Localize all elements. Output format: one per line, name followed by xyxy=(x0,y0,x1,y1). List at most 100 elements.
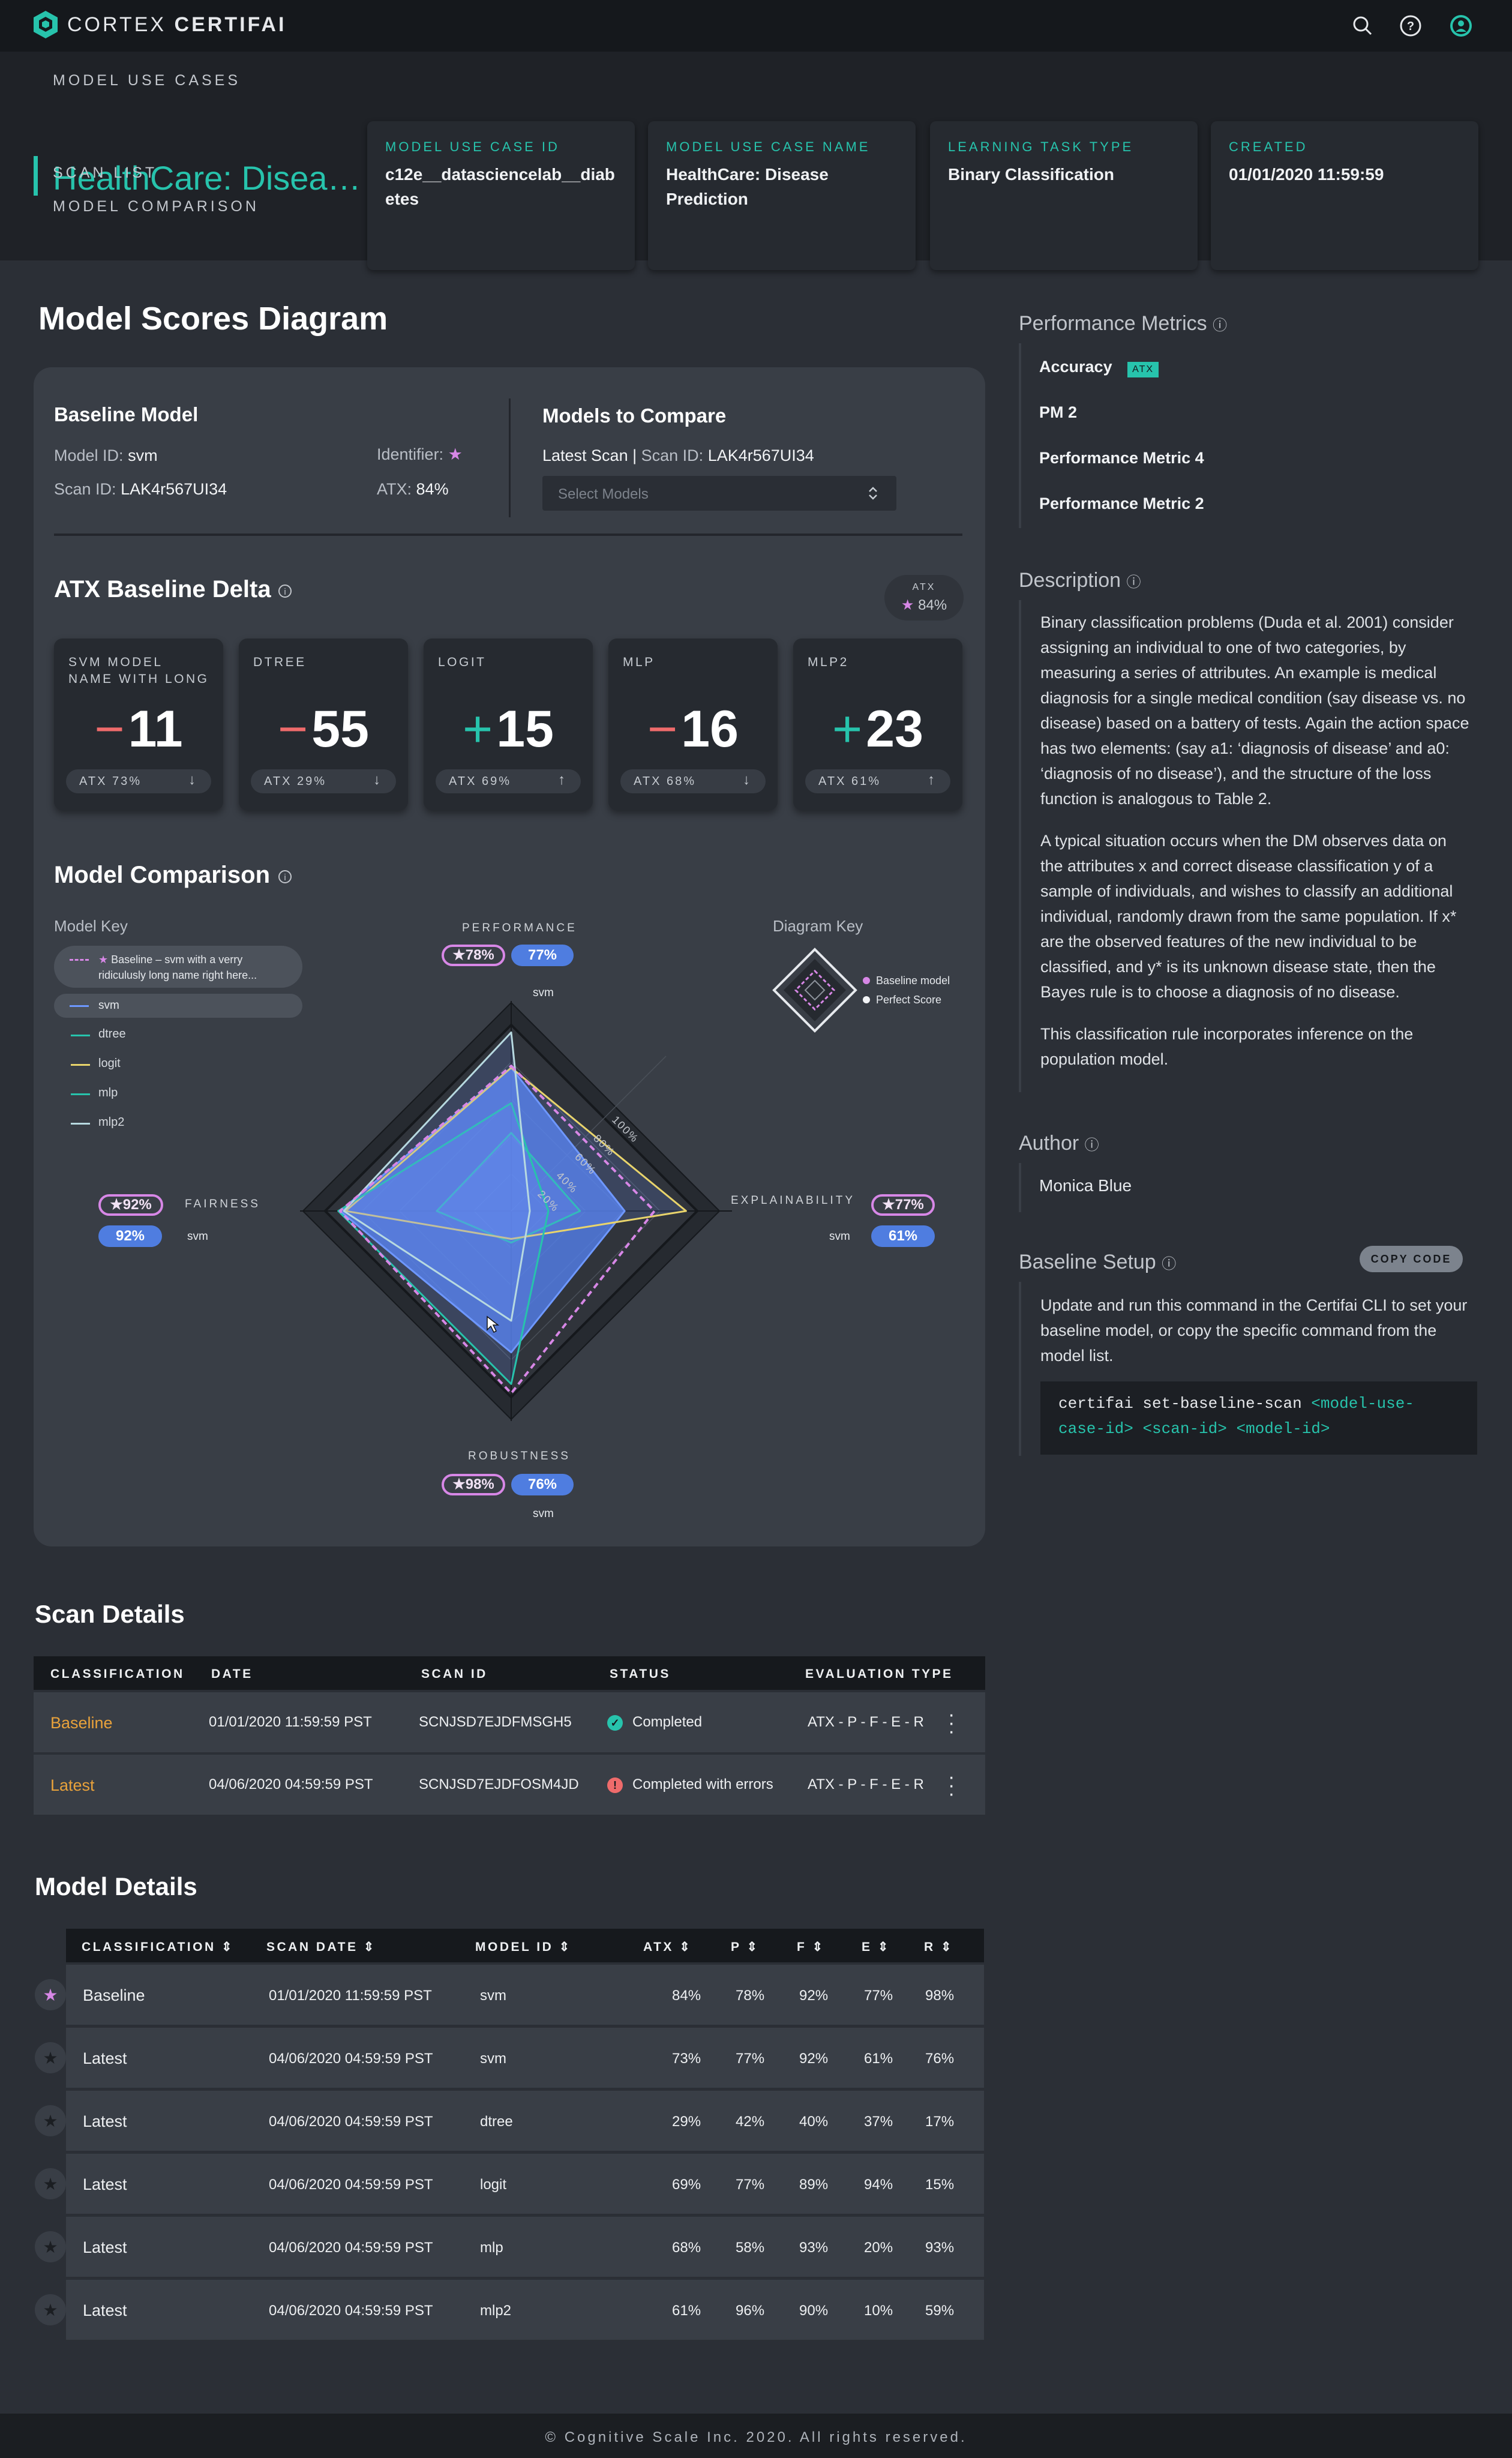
card-label: CREATED xyxy=(1229,139,1308,154)
star-icon: ★ xyxy=(43,2301,58,2319)
use-case-id-card: MODEL USE CASE ID c12e__datasciencelab__d… xyxy=(367,121,635,270)
model-table-header: CLASSIFICATION ⇕ SCAN DATE ⇕ MODEL ID ⇕ … xyxy=(66,1929,984,1962)
model-row[interactable]: Latest 04/06/2020 04:59:59 PST svm 73% 77% 92… xyxy=(66,2028,984,2088)
delta-card-dtree[interactable]: DTREE −55 ATX 29% ↓ xyxy=(239,639,408,810)
model-row[interactable]: Latest 04/06/2020 04:59:59 PST mlp 68% 58% 93… xyxy=(66,2217,984,2277)
cli-command-block[interactable]: certifai set-baseline-scan <model-use-ca… xyxy=(1040,1381,1477,1455)
description-bar xyxy=(1019,600,1021,1092)
model-e: 37% xyxy=(864,2114,893,2130)
col-p[interactable]: P ⇕ xyxy=(731,1940,760,1955)
sort-icon: ⇕ xyxy=(941,1940,954,1954)
star-icon: ★ xyxy=(43,2238,58,2256)
col-classification[interactable]: CLASSIFICATION ⇕ xyxy=(82,1940,234,1955)
col-atx[interactable]: ATX ⇕ xyxy=(643,1940,692,1955)
model-row[interactable]: Latest 04/06/2020 04:59:59 PST logit 69% 77%… xyxy=(66,2154,984,2214)
author-name: Monica Blue xyxy=(1039,1176,1132,1195)
scan-list-link[interactable]: SCAN LIST xyxy=(53,164,157,182)
model-row[interactable]: Latest 04/06/2020 04:59:59 PST dtree 29% 42%… xyxy=(66,2091,984,2151)
star-toggle[interactable]: ★ xyxy=(35,1979,66,2010)
delta-model-name: LOGIT xyxy=(438,655,487,669)
metric-performance-4[interactable]: Performance Metric 4 xyxy=(1039,449,1204,467)
col-r[interactable]: R ⇕ xyxy=(924,1940,953,1955)
model-f: 92% xyxy=(799,2051,829,2067)
info-icon[interactable]: i xyxy=(277,583,293,599)
model-r: 59% xyxy=(925,2303,955,2319)
model-key-dtree[interactable]: dtree xyxy=(98,1027,126,1041)
col-f[interactable]: F ⇕ xyxy=(797,1940,825,1955)
more-options-icon[interactable]: · · · xyxy=(948,1767,955,1804)
copy-code-button[interactable]: COPY CODE xyxy=(1360,1246,1463,1272)
delta-card-mlp[interactable]: MLP −16 ATX 68% ↓ xyxy=(608,639,778,810)
axis-model-name: svm xyxy=(187,1230,208,1243)
user-avatar-icon[interactable] xyxy=(1448,13,1474,38)
model-e: 94% xyxy=(864,2177,893,2193)
model-row[interactable]: Baseline 01/01/2020 11:59:59 PST svm 84% 78%… xyxy=(66,1965,984,2025)
model-scan-date: 04/06/2020 04:59:59 PST xyxy=(269,2114,433,2130)
delta-model-name: SVM MODEL NAME WITH LONG TEXT... xyxy=(68,655,209,686)
model-comparison-link[interactable]: MODEL COMPARISON xyxy=(53,198,259,215)
star-toggle[interactable]: ★ xyxy=(35,2042,66,2073)
metric-pm2[interactable]: PM 2 xyxy=(1039,403,1077,422)
model-key-mlp2[interactable]: mlp2 xyxy=(98,1116,124,1129)
scan-row[interactable]: Baseline 01/01/2020 11:59:59 PST SCNJSD7EJ… xyxy=(34,1692,985,1752)
model-p: 58% xyxy=(736,2240,765,2256)
radar-chart[interactable]: 100%80%60%40%20% xyxy=(300,972,732,1452)
col-scan-date[interactable]: SCAN DATE ⇕ xyxy=(266,1940,376,1955)
baseline-atx: ATX: 84% xyxy=(377,480,449,498)
search-icon[interactable] xyxy=(1350,13,1375,38)
model-id: mlp xyxy=(480,2240,503,2256)
delta-atx-pill: ATX 73% ↓ xyxy=(66,769,211,793)
delta-card-svm[interactable]: SVM MODEL NAME WITH LONG TEXT... −11 ATX 7… xyxy=(54,639,223,810)
col-model-id[interactable]: MODEL ID ⇕ xyxy=(475,1940,572,1955)
pill-model-explainability: 61% xyxy=(871,1225,935,1247)
scan-row[interactable]: Latest 04/06/2020 04:59:59 PST SCNJSD7EJDF… xyxy=(34,1755,985,1815)
model-key-mlp[interactable]: mlp xyxy=(98,1086,118,1100)
pill-baseline-performance: ★78% xyxy=(442,945,505,966)
model-use-cases-link[interactable]: MODEL USE CASES xyxy=(53,72,241,89)
performance-metrics-title: Performance Metrics ⓘ xyxy=(1019,312,1228,335)
model-key-svm[interactable]: svm xyxy=(54,994,302,1018)
delta-value: −55 xyxy=(278,700,369,758)
copyright-text: © Cognitive Scale Inc. 2020. All rights … xyxy=(545,2429,967,2445)
model-atx: 61% xyxy=(672,2303,701,2319)
card-value: HealthCare: Disease Prediction xyxy=(666,165,829,208)
star-toggle[interactable]: ★ xyxy=(35,2294,66,2325)
arrow-up-icon: ↑ xyxy=(928,772,935,788)
model-id: svm xyxy=(480,1988,506,2004)
app-logo[interactable]: CORTEX CERTIFAI xyxy=(32,10,286,40)
more-options-icon[interactable]: · · · xyxy=(948,1704,955,1741)
use-case-header: MODEL USE CASES HealthCare: Diseas... SC… xyxy=(0,52,1512,270)
pill-baseline-explainability: ★77% xyxy=(871,1194,935,1216)
delta-card-logit[interactable]: LOGIT +15 ATX 69% ↑ xyxy=(424,639,593,810)
delta-card-mlp2[interactable]: MLP2 +23 ATX 61% ↑ xyxy=(793,639,962,810)
scan-classification[interactable]: Baseline xyxy=(50,1714,113,1732)
metric-accuracy[interactable]: Accuracy ATX xyxy=(1039,358,1159,377)
info-icon[interactable]: i xyxy=(277,869,293,885)
card-label: MODEL USE CASE NAME xyxy=(666,139,871,154)
model-details-title: Model Details xyxy=(35,1872,197,1901)
atx-tag: ATX xyxy=(1127,362,1159,377)
model-scan-date: 01/01/2020 11:59:59 PST xyxy=(269,1988,432,2004)
star-toggle[interactable]: ★ xyxy=(35,2231,66,2262)
model-key-baseline[interactable]: ★ Baseline – svm with a verry ridiculusl… xyxy=(54,946,302,988)
star-toggle[interactable]: ★ xyxy=(35,2105,66,2136)
metric-performance-2[interactable]: Performance Metric 2 xyxy=(1039,494,1204,513)
scan-classification[interactable]: Latest xyxy=(50,1776,95,1795)
model-row[interactable]: Latest 04/06/2020 04:59:59 PST mlp2 61% 96% 9… xyxy=(66,2280,984,2340)
metrics-bar xyxy=(1019,343,1021,528)
svg-text:i: i xyxy=(284,873,286,883)
star-toggle[interactable]: ★ xyxy=(35,2168,66,2199)
star-icon: ★ xyxy=(448,445,463,463)
badge-label: ATX xyxy=(912,582,936,592)
select-models-dropdown[interactable]: Select Models xyxy=(542,476,896,511)
col-e[interactable]: E ⇕ xyxy=(862,1940,890,1955)
model-key-logit[interactable]: logit xyxy=(98,1057,121,1071)
author-title: Author ⓘ xyxy=(1019,1132,1099,1155)
info-icon: ⓘ xyxy=(1084,1137,1099,1153)
card-value: c12e__datasciencelab__diabetes xyxy=(385,165,615,208)
help-icon[interactable]: ? xyxy=(1398,13,1423,38)
model-key-label: svm xyxy=(98,999,119,1012)
description-title: Description ⓘ xyxy=(1019,569,1141,592)
key-swatch xyxy=(71,1035,90,1036)
model-p: 96% xyxy=(736,2303,765,2319)
